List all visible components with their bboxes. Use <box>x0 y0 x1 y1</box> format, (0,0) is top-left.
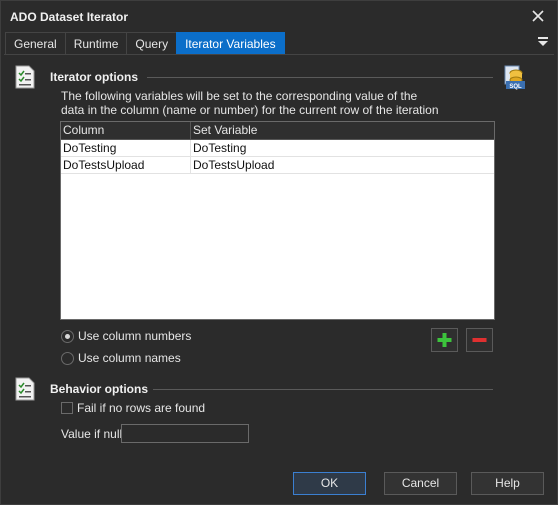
use-column-names-label: Use column names <box>78 351 181 365</box>
fail-if-no-rows-option[interactable]: Fail if no rows are found <box>61 401 205 415</box>
cell-set-variable[interactable]: DoTestsUpload <box>191 157 274 173</box>
variables-grid[interactable]: Column Set Variable DoTesting DoTesting … <box>60 121 495 320</box>
cell-column[interactable]: DoTesting <box>61 140 191 156</box>
window-title: ADO Dataset Iterator <box>10 10 129 24</box>
iterator-description: The following variables will be set to t… <box>61 89 439 117</box>
checklist-icon <box>15 377 35 401</box>
svg-text:SQL: SQL <box>509 84 522 90</box>
use-column-numbers-option[interactable]: Use column numbers <box>61 329 191 343</box>
use-column-names-option[interactable]: Use column names <box>61 351 181 365</box>
value-if-null-label: Value if null <box>61 427 123 441</box>
table-row[interactable]: DoTestsUpload DoTestsUpload <box>61 157 494 174</box>
column-header-column[interactable]: Column <box>61 122 191 139</box>
use-column-numbers-radio[interactable] <box>61 329 74 343</box>
ok-button[interactable]: OK <box>293 472 366 495</box>
column-header-set-variable[interactable]: Set Variable <box>191 122 257 139</box>
use-column-numbers-label: Use column numbers <box>78 329 192 343</box>
tab-iterator-variables[interactable]: Iterator Variables <box>176 32 285 54</box>
table-row[interactable]: DoTesting DoTesting <box>61 140 494 157</box>
menu-dropdown-icon <box>538 37 548 46</box>
tab-query[interactable]: Query <box>126 32 178 54</box>
help-button[interactable]: Help <box>471 472 544 495</box>
checklist-icon <box>15 65 35 89</box>
value-if-null-input[interactable] <box>121 424 249 443</box>
tab-divider <box>4 54 554 55</box>
iterator-options-title: Iterator options <box>50 70 139 84</box>
close-icon <box>532 10 544 22</box>
grid-header: Column Set Variable <box>61 122 494 140</box>
remove-row-button[interactable] <box>466 328 493 352</box>
use-column-names-radio[interactable] <box>61 351 74 365</box>
plus-icon <box>437 333 452 347</box>
fail-if-no-rows-label: Fail if no rows are found <box>77 401 206 415</box>
tab-general[interactable]: General <box>5 32 66 54</box>
dialog-window: ADO Dataset Iterator General Runtime Que… <box>0 0 558 505</box>
behavior-options-title: Behavior options <box>50 382 149 396</box>
cell-set-variable[interactable]: DoTesting <box>191 140 246 156</box>
add-row-button[interactable] <box>431 328 458 352</box>
tab-bar: General Runtime Query Iterator Variables <box>5 32 285 55</box>
section-divider <box>147 77 493 78</box>
close-button[interactable] <box>529 7 547 25</box>
cell-column[interactable]: DoTestsUpload <box>61 157 191 173</box>
section-divider <box>153 389 493 390</box>
cancel-button[interactable]: Cancel <box>384 472 457 495</box>
sql-database-icon: SQL <box>504 65 525 90</box>
fail-if-no-rows-checkbox[interactable] <box>61 402 73 414</box>
tab-runtime[interactable]: Runtime <box>64 32 128 54</box>
title-bar[interactable]: ADO Dataset Iterator <box>1 1 557 32</box>
minus-icon <box>472 338 487 342</box>
tab-menu-button[interactable] <box>537 35 549 47</box>
